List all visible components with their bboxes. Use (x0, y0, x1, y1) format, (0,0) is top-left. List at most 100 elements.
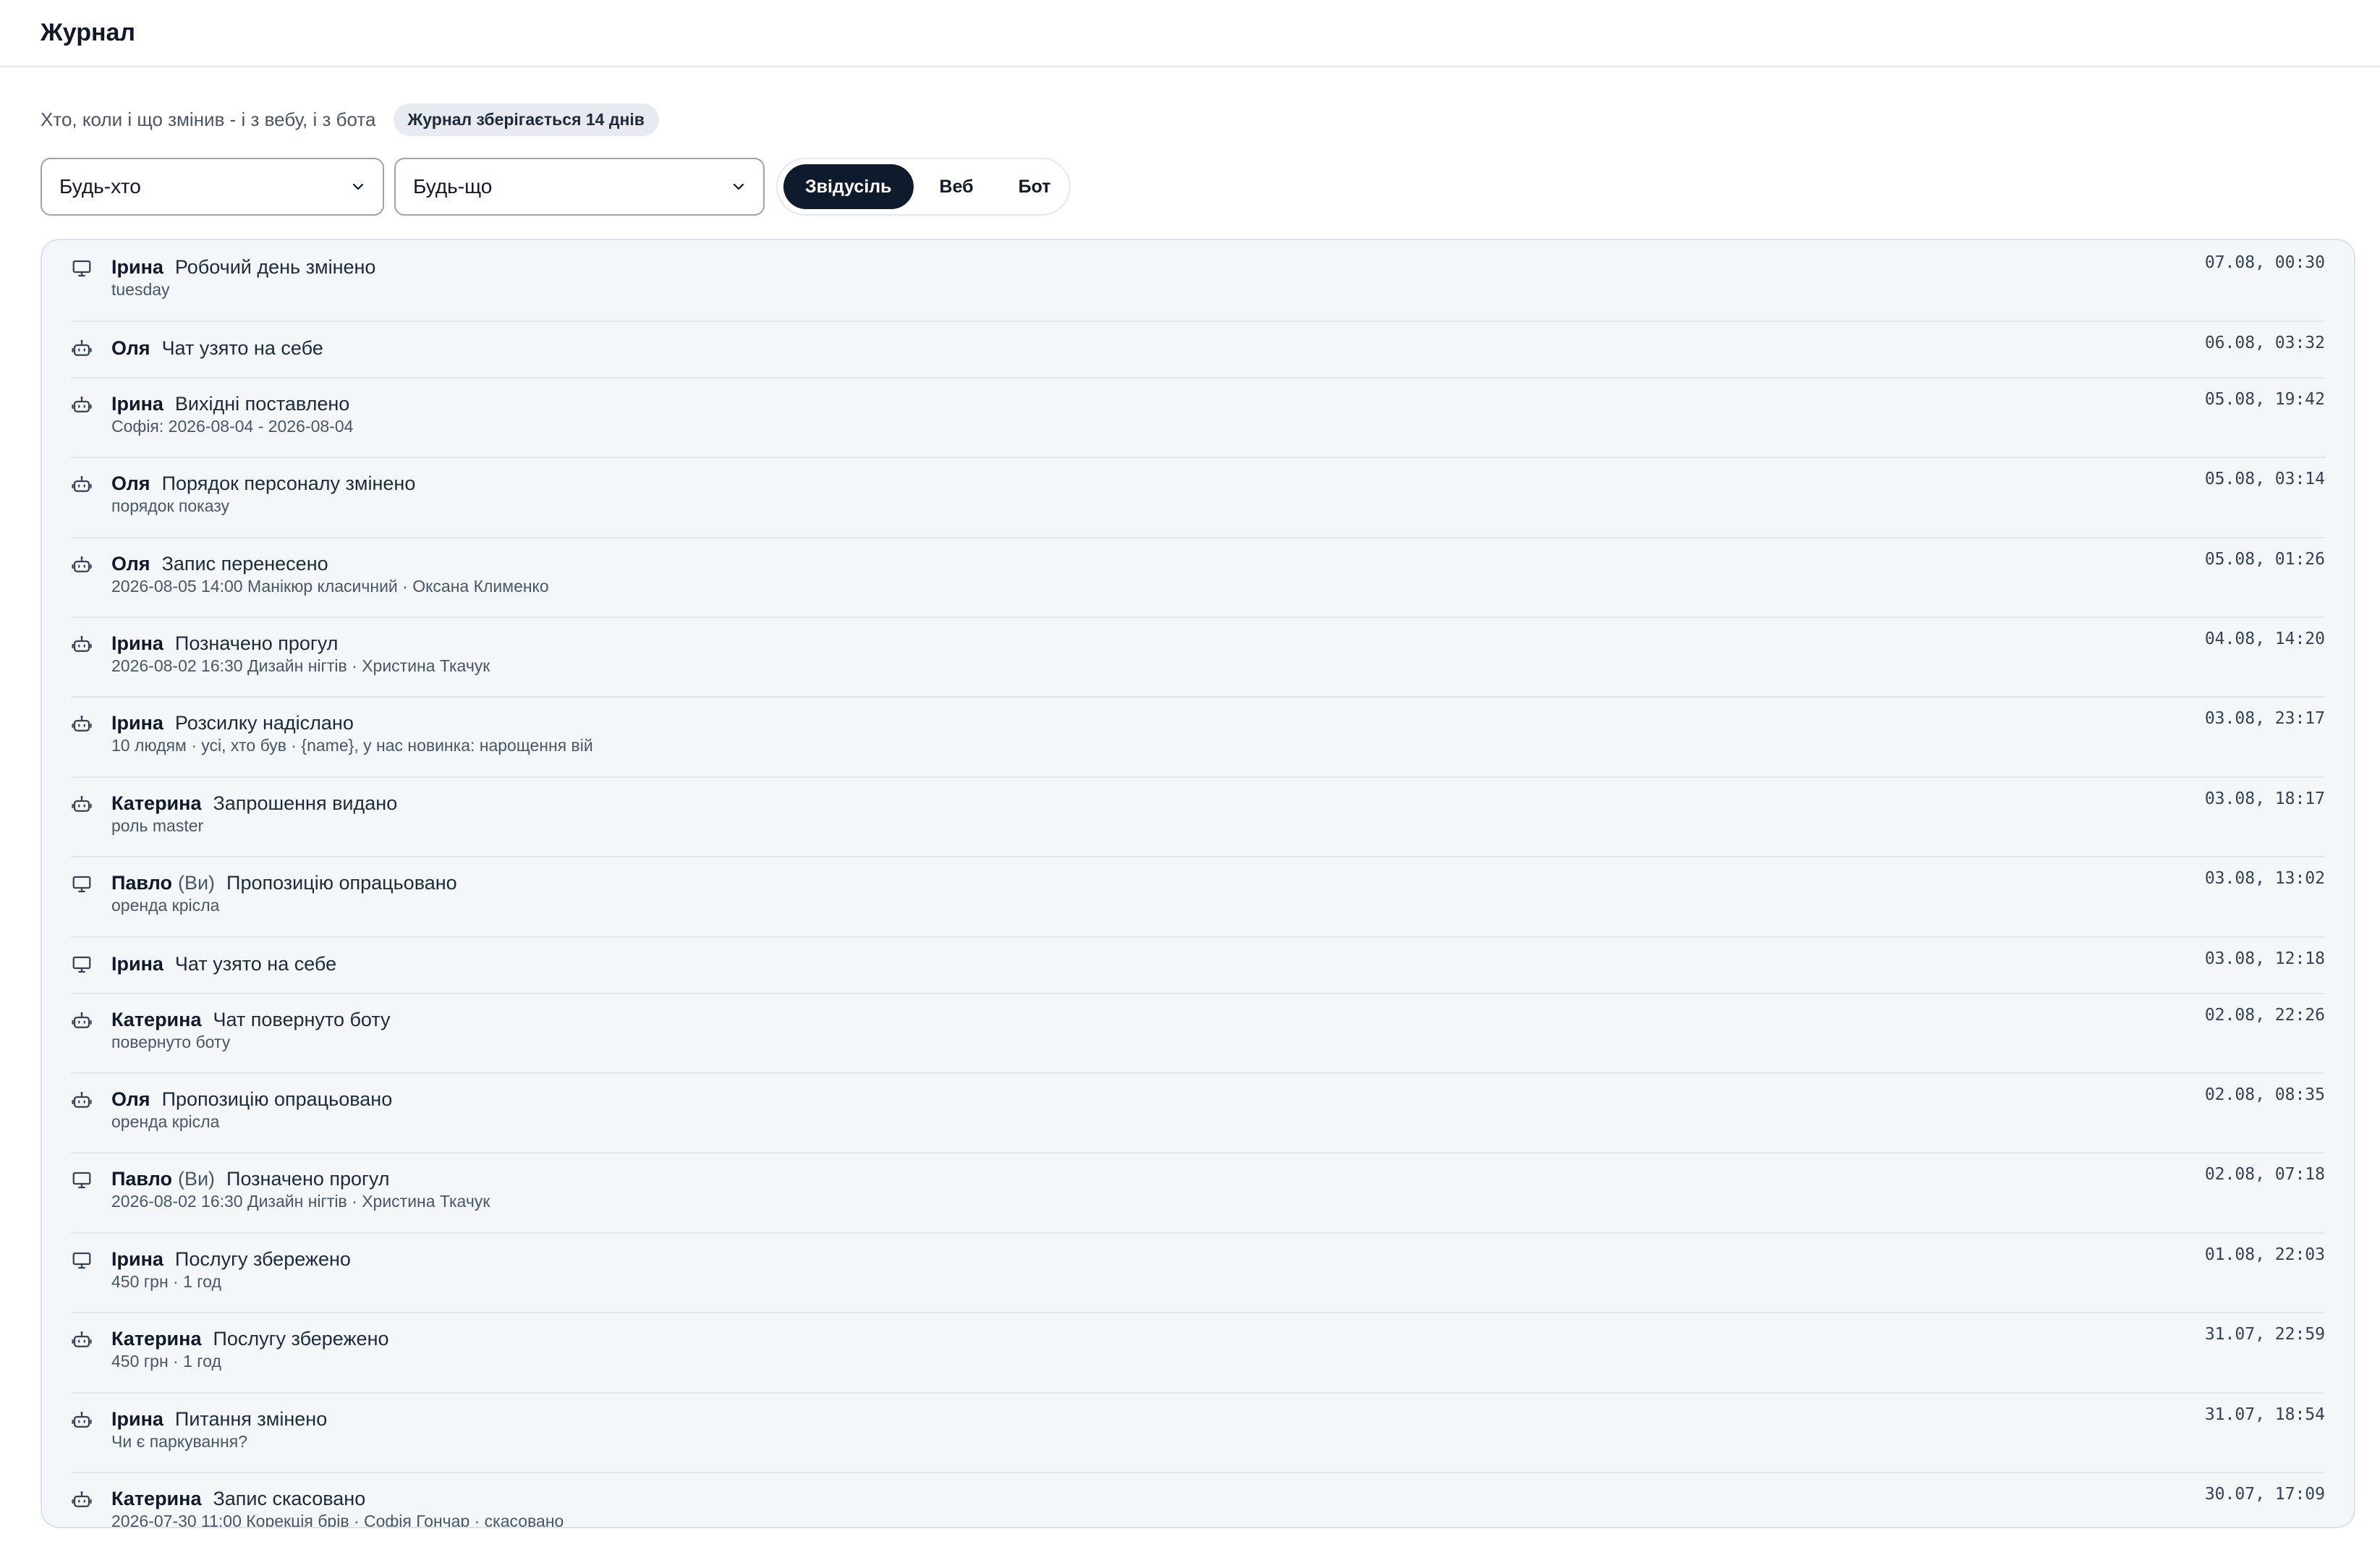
log-timestamp: 03.08, 12:18 (2204, 949, 2325, 968)
bot-icon (71, 394, 93, 416)
page-subtitle: Хто, коли і що змінив - і з вебу, і з бо… (41, 109, 376, 130)
bot-icon (71, 1329, 93, 1351)
log-you-marker: (Ви) (177, 872, 216, 894)
log-timestamp: 02.08, 07:18 (2204, 1165, 2325, 1184)
log-timestamp: 06.08, 03:32 (2204, 334, 2325, 352)
log-you-marker: (Ви) (177, 1168, 216, 1190)
log-actor: Оля (111, 337, 150, 359)
bot-icon (71, 554, 93, 576)
monitor-icon (71, 1250, 93, 1271)
log-row: Павло (Ви) Позначено прогул 2026-08-02 16:3… (71, 1152, 2325, 1234)
log-action: Пропозицію опрацьовано (161, 1088, 393, 1110)
log-timestamp: 02.08, 22:26 (2204, 1006, 2325, 1025)
log-row: Ірина Послугу збережено 450 грн · 1 год 01.… (71, 1232, 2325, 1313)
log-detail: 2026-08-02 16:30 Дизайн нігтів · Христин… (111, 1192, 490, 1211)
log-row-summary: Катерина Послугу збережено (111, 1326, 389, 1351)
log-actor: Ірина (111, 393, 163, 415)
log-timestamp: 07.08, 00:30 (2204, 253, 2325, 272)
action-filter-value: Будь-що (413, 175, 493, 198)
log-row-summary: Ірина Питання змінено (111, 1407, 327, 1431)
log-action: Позначено прогул (226, 1168, 390, 1190)
monitor-icon (71, 954, 93, 975)
log-action: Пропозицію опрацьовано (226, 872, 457, 894)
log-row: Катерина Послугу збережено 450 грн · 1 год… (71, 1312, 2325, 1394)
log-row: Катерина Запрошення видано роль master 03.0… (71, 776, 2325, 857)
log-timestamp: 05.08, 03:14 (2204, 470, 2325, 488)
log-detail: роль master (111, 816, 204, 835)
log-action: Позначено прогул (174, 632, 339, 654)
log-timestamp: 05.08, 19:42 (2204, 390, 2325, 409)
log-action: Чат узято на себе (161, 337, 323, 359)
log-timestamp: 30.07, 17:09 (2204, 1485, 2325, 1504)
monitor-icon (71, 1169, 93, 1191)
log-action: Вихідні поставлено (174, 393, 350, 415)
log-row: Оля Пропозицію опрацьовано оренда крісла 02… (71, 1072, 2325, 1153)
audit-log-panel[interactable]: Ірина Робочий день змінено tuesday 07.08, 0… (41, 239, 2355, 1528)
bot-icon (71, 1010, 93, 1032)
log-action: Питання змінено (174, 1408, 328, 1430)
log-detail: 450 грн · 1 год (111, 1272, 221, 1291)
log-detail: оренда крісла (111, 1112, 220, 1131)
log-row-summary: Катерина Чат повернуто боту (111, 1007, 391, 1032)
log-action: Розсилку надіслано (174, 712, 354, 734)
log-row-summary: Оля Порядок персоналу змінено (111, 471, 415, 496)
actor-filter-select[interactable]: Будь-хто (41, 158, 384, 216)
log-row: Оля Запис перенесено 2026-08-05 14:00 Мані… (71, 537, 2325, 618)
subtitle-row: Хто, коли і що змінив - і з вебу, і з бо… (41, 103, 659, 136)
log-timestamp: 03.08, 13:02 (2204, 869, 2325, 888)
bot-icon (71, 794, 93, 816)
log-row: Павло (Ви) Пропозицію опрацьовано оренда кр… (71, 856, 2325, 938)
log-actor: Павло (111, 872, 172, 894)
log-timestamp: 04.08, 14:20 (2204, 630, 2325, 648)
log-row: Ірина Питання змінено Чи є паркування? 31.0… (71, 1392, 2325, 1473)
log-action: Порядок персоналу змінено (161, 473, 416, 494)
log-detail: tuesday (111, 280, 170, 299)
log-detail: 450 грн · 1 год (111, 1352, 221, 1371)
log-row: Оля Чат узято на себе 06.08, 03:32 (71, 321, 2325, 378)
log-action: Чат повернуто боту (213, 1009, 391, 1030)
monitor-icon (71, 873, 93, 895)
log-action: Послугу збережено (174, 1248, 351, 1270)
source-segmented-control: Звідусіль Веб Бот (776, 158, 1071, 216)
log-row: Оля Порядок персоналу змінено порядок пока… (71, 457, 2325, 538)
log-row-summary: Катерина Запрошення видано (111, 791, 397, 816)
log-row-summary: Павло (Ви) Позначено прогул (111, 1166, 390, 1191)
log-timestamp: 03.08, 18:17 (2204, 789, 2325, 808)
log-row: Ірина Вихідні поставлено Софія: 2026-08-04… (71, 377, 2325, 458)
log-action: Чат узято на себе (174, 953, 337, 975)
source-tab-web[interactable]: Веб (918, 164, 995, 209)
log-row-summary: Оля Чат узято на себе (111, 336, 323, 360)
log-row-summary: Ірина Робочий день змінено (111, 255, 375, 279)
bot-icon (71, 1410, 93, 1431)
filter-bar: Будь-хто Будь-що Звідусіль Веб Бот (41, 158, 1071, 216)
bot-icon (71, 634, 93, 656)
bot-icon (71, 1090, 93, 1111)
log-actor: Оля (111, 1088, 150, 1110)
bot-icon (71, 713, 93, 735)
chevron-down-icon (349, 178, 367, 195)
app-header: Журнал (0, 0, 2380, 67)
log-actor: Ірина (111, 1248, 163, 1270)
log-row: Ірина Чат узято на себе 03.08, 12:18 (71, 936, 2325, 994)
log-row-summary: Катерина Запис скасовано (111, 1486, 365, 1511)
log-detail: 10 людям · усі, хто був · {name}, у нас … (111, 736, 593, 755)
action-filter-select[interactable]: Будь-що (394, 158, 765, 216)
log-row: Ірина Позначено прогул 2026-08-02 16:30 Ди… (71, 617, 2325, 698)
bot-icon (71, 338, 93, 360)
bot-icon (71, 474, 93, 496)
log-row-summary: Оля Пропозицію опрацьовано (111, 1087, 392, 1111)
log-actor: Ірина (111, 256, 163, 278)
source-tab-all[interactable]: Звідусіль (783, 164, 914, 209)
log-row-summary: Ірина Чат узято на себе (111, 952, 336, 976)
log-row-summary: Ірина Позначено прогул (111, 631, 338, 656)
log-detail: оренда крісла (111, 896, 220, 915)
actor-filter-value: Будь-хто (59, 175, 141, 198)
page-title: Журнал (41, 19, 136, 46)
log-actor: Катерина (111, 792, 202, 814)
log-row: Ірина Розсилку надіслано 10 людям · усі, х… (71, 696, 2325, 778)
source-tab-bot[interactable]: Бот (997, 164, 1073, 209)
log-timestamp: 31.07, 18:54 (2204, 1405, 2325, 1424)
log-action: Робочий день змінено (174, 256, 376, 278)
log-actor: Ірина (111, 712, 163, 734)
log-row: Катерина Чат повернуто боту повернуто боту… (71, 993, 2325, 1074)
